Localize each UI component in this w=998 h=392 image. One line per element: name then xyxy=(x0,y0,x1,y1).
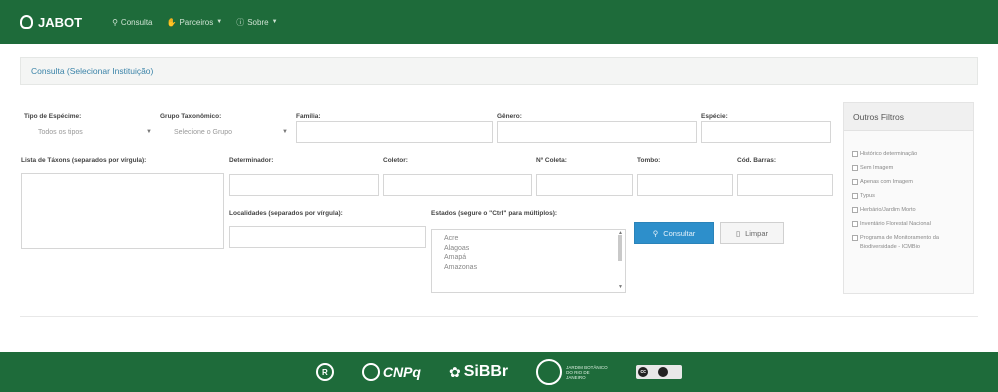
sibbr-text: SiBBr xyxy=(463,363,509,380)
cc-license-logo[interactable]: cc xyxy=(636,365,683,379)
nav-parceiros-label: Parceiros xyxy=(179,17,214,27)
scrollbar-thumb[interactable] xyxy=(618,235,622,261)
estados-label: Estados (segure o "Ctrl" para múltiplos)… xyxy=(431,210,558,217)
footer: R CNPq ✿ SiBBr JARDIM BOTÂNICO DO RIO DE… xyxy=(0,352,998,392)
cod-barras-input[interactable] xyxy=(737,174,833,196)
nav-sobre[interactable]: ⓘ Sobre ▼ xyxy=(236,17,277,28)
limpar-label: Limpar xyxy=(745,228,769,238)
grupo-taxonomico-select[interactable]: Selecione o Grupo ▼ xyxy=(160,121,292,143)
search-icon: ⚲ xyxy=(652,228,659,238)
brand-name: JABOT xyxy=(38,14,83,30)
estados-multiselect[interactable]: Acre Alagoas Amapá Amazonas ▲ ▼ xyxy=(431,229,626,293)
thumbs-up-icon: ✋ xyxy=(166,17,177,27)
grupo-taxonomico-label: Grupo Taxonômico: xyxy=(160,113,222,120)
filter-label: Inventário Florestal Nacional xyxy=(860,221,931,227)
filter-programa[interactable]: Programa de Monitoramento da Biodiversid… xyxy=(844,234,973,252)
filter-label: Sem Imagem xyxy=(860,165,894,171)
filter-com-imagem[interactable]: Apenas com Imagem xyxy=(844,178,973,187)
cnpq-icon xyxy=(361,363,380,381)
localidades-textarea[interactable] xyxy=(229,226,426,248)
filter-historico[interactable]: Histórico determinação xyxy=(844,150,973,159)
tipo-especime-label: Tipo de Espécime: xyxy=(24,113,82,120)
limpar-button[interactable]: ▯ Limpar xyxy=(720,222,784,244)
checkbox[interactable] xyxy=(852,193,858,199)
genero-label: Gênero: xyxy=(497,113,522,120)
nav-parceiros[interactable]: ✋ Parceiros ▼ xyxy=(167,18,223,27)
checkbox[interactable] xyxy=(852,221,858,227)
info-icon: ⓘ xyxy=(236,17,245,27)
chevron-down-icon: ▼ xyxy=(146,129,152,135)
chevron-down-icon: ▼ xyxy=(282,129,288,135)
sibbr-logo: ✿ SiBBr xyxy=(449,363,508,381)
localidades-label: Localidades (separados por vírgula): xyxy=(229,210,343,217)
checkbox[interactable] xyxy=(852,207,858,213)
page-title: Consulta (Selecionar Instituição) xyxy=(31,66,154,76)
partner-logo-icon: R xyxy=(315,363,334,381)
tipo-especime-value: Todos os tipos xyxy=(38,128,83,136)
tombo-label: Tombo: xyxy=(637,157,661,164)
grupo-taxonomico-value: Selecione o Grupo xyxy=(174,128,232,136)
especie-label: Espécie: xyxy=(701,113,728,120)
nav-sobre-label: Sobre xyxy=(247,17,269,27)
coletor-input[interactable] xyxy=(383,174,532,196)
estado-option[interactable]: Amazonas xyxy=(444,263,613,273)
jbrj-icon xyxy=(536,359,563,385)
checkbox[interactable] xyxy=(852,151,858,157)
jbrj-logo: JARDIM BOTÂNICO DO RIO DE JANEIRO xyxy=(536,359,608,385)
filter-label: Herbário/Jardim Morto xyxy=(860,207,916,213)
checkbox[interactable] xyxy=(852,165,858,171)
chevron-down-icon: ▼ xyxy=(271,19,278,25)
search-icon: ⚲ xyxy=(112,17,118,27)
outros-filtros-panel: Outros Filtros Histórico determinação Se… xyxy=(843,102,974,294)
nav-consulta-label: Consulta xyxy=(120,17,153,27)
estado-option[interactable]: Acre xyxy=(444,234,613,244)
cc-icon: cc xyxy=(638,367,649,377)
cnpq-text: CNPq xyxy=(382,364,421,380)
filter-inventario[interactable]: Inventário Florestal Nacional xyxy=(844,220,973,229)
nav-consulta[interactable]: ⚲ Consulta xyxy=(112,18,152,27)
tombo-input[interactable] xyxy=(637,174,733,196)
numero-coleta-label: Nº Coleta: xyxy=(536,157,567,164)
checkbox[interactable] xyxy=(852,179,858,185)
leaf-icon xyxy=(20,15,33,29)
sibbr-icon: ✿ xyxy=(448,363,461,380)
filter-label: Typus xyxy=(860,193,875,199)
determinador-input[interactable] xyxy=(229,174,379,196)
estado-option[interactable]: Alagoas xyxy=(444,244,613,254)
divider xyxy=(20,316,978,317)
scroll-down-icon[interactable]: ▼ xyxy=(618,284,623,290)
consultar-label: Consultar xyxy=(663,228,696,238)
filter-label: Histórico determinação xyxy=(860,151,918,157)
lista-taxons-textarea[interactable] xyxy=(21,173,224,249)
top-navbar: JABOT ⚲ Consulta ✋ Parceiros ▼ ⓘ Sobre ▼ xyxy=(0,0,998,44)
cnpq-logo: CNPq xyxy=(361,363,421,381)
checkbox[interactable] xyxy=(852,235,858,241)
filter-label: Programa de Monitoramento da Biodiversid… xyxy=(860,235,939,250)
jbrj-text: JARDIM BOTÂNICO DO RIO DE JANEIRO xyxy=(566,364,608,380)
partner-logo-1: R xyxy=(315,363,334,381)
page-title-bar: Consulta (Selecionar Instituição) xyxy=(20,57,978,85)
numero-coleta-input[interactable] xyxy=(536,174,633,196)
tipo-especime-select[interactable]: Todos os tipos ▼ xyxy=(24,121,156,143)
filter-sem-imagem[interactable]: Sem Imagem xyxy=(844,164,973,173)
familia-label: Família: xyxy=(296,113,321,120)
outros-filtros-title: Outros Filtros xyxy=(844,103,973,131)
brand-logo[interactable]: JABOT xyxy=(20,15,82,30)
filter-label: Apenas com Imagem xyxy=(860,179,913,185)
consultar-button[interactable]: ⚲ Consultar xyxy=(634,222,714,244)
filter-typus[interactable]: Typus xyxy=(844,192,973,201)
genero-input[interactable] xyxy=(497,121,697,143)
cod-barras-label: Cód. Barras: xyxy=(737,157,777,164)
familia-input[interactable] xyxy=(296,121,493,143)
filter-herbario[interactable]: Herbário/Jardim Morto xyxy=(844,206,973,215)
document-icon: ▯ xyxy=(735,228,741,238)
coletor-label: Coletor: xyxy=(383,157,408,164)
lista-taxons-label: Lista de Táxons (separados por vírgula): xyxy=(21,157,147,164)
especie-input[interactable] xyxy=(701,121,831,143)
chevron-down-icon: ▼ xyxy=(216,19,223,25)
by-icon xyxy=(658,367,669,377)
determinador-label: Determinador: xyxy=(229,157,274,164)
estado-option[interactable]: Amapá xyxy=(444,253,613,263)
